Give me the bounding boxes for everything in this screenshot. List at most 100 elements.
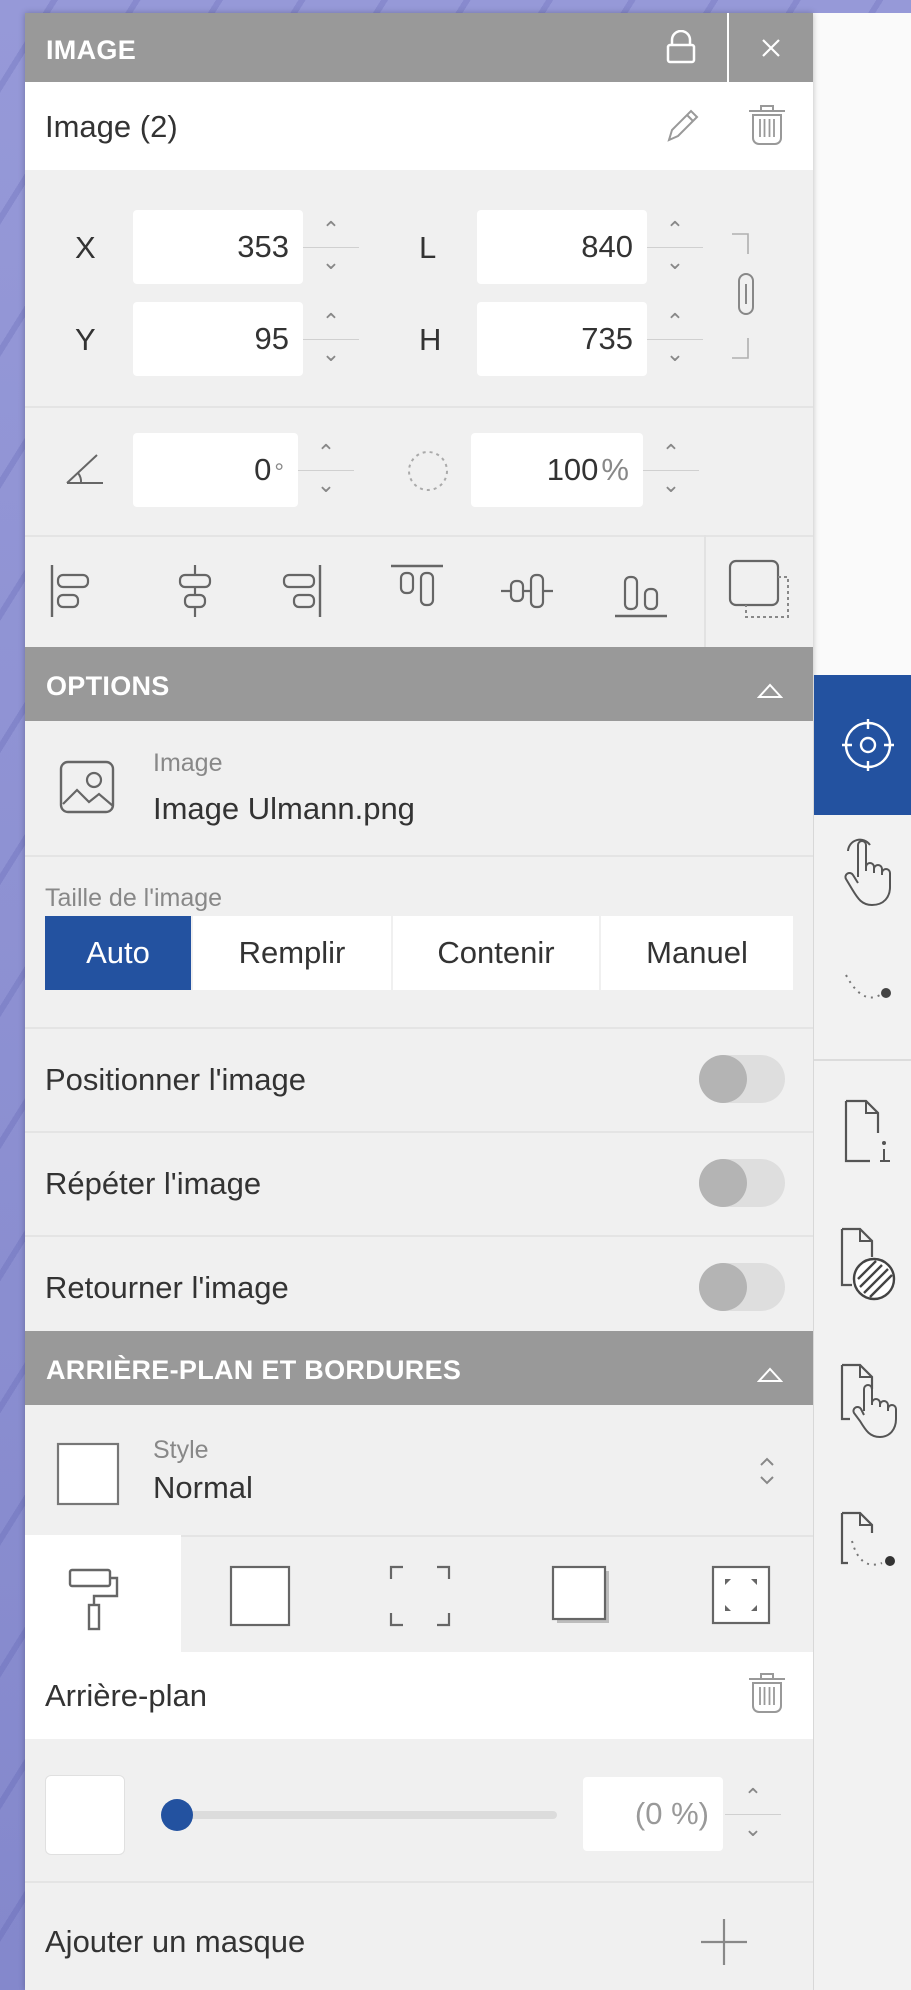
toolbar-page-background-button[interactable]: [814, 1193, 911, 1333]
chevron-up-icon[interactable]: ⌃: [647, 302, 703, 339]
rotation-input[interactable]: 0 °: [133, 433, 298, 507]
align-bottom-icon[interactable]: [613, 563, 669, 624]
width-stepper[interactable]: ⌃ ⌄: [647, 210, 703, 284]
x-stepper[interactable]: ⌃ ⌄: [303, 210, 359, 284]
collapse-icon[interactable]: [756, 683, 784, 704]
toolbar-page-path-button[interactable]: [814, 1473, 911, 1613]
chevron-down-icon[interactable]: ⌄: [303, 247, 359, 285]
align-center-horizontal-icon[interactable]: [173, 563, 217, 624]
align-top-icon[interactable]: [389, 563, 445, 624]
width-label: L: [419, 230, 437, 265]
object-name[interactable]: Image (2): [45, 109, 178, 145]
height-stepper[interactable]: ⌃ ⌄: [647, 302, 703, 376]
toolbar-path-button[interactable]: [814, 933, 911, 1061]
lock-icon[interactable]: [665, 29, 697, 69]
chevron-down-icon[interactable]: ⌄: [647, 339, 703, 377]
opacity-slider-handle[interactable]: [161, 1799, 193, 1831]
pencil-icon[interactable]: [663, 106, 701, 151]
width-input[interactable]: 840: [477, 210, 647, 284]
add-mask-label: Ajouter un masque: [45, 1924, 306, 1959]
trash-icon[interactable]: [745, 1670, 789, 1721]
canvas-area: [813, 13, 911, 675]
height-input[interactable]: 735: [477, 302, 647, 376]
image-file-row[interactable]: Image Image Ulmann.png: [25, 721, 813, 857]
y-label: Y: [75, 322, 96, 357]
chevron-up-icon[interactable]: ⌃: [298, 433, 354, 470]
header-divider: [727, 13, 729, 82]
tab-size[interactable]: [655, 1535, 813, 1652]
page-path-icon: [838, 1511, 900, 1588]
trash-icon[interactable]: [745, 102, 789, 153]
toolbar-position-button[interactable]: [814, 675, 911, 815]
add-mask-row[interactable]: Ajouter un masque: [25, 1881, 813, 1990]
opacity-stepper[interactable]: ⌃ ⌄: [643, 433, 699, 507]
toolbar-interaction-button[interactable]: [814, 815, 911, 933]
repeat-image-row: Répéter l'image: [25, 1131, 813, 1237]
position-image-toggle[interactable]: [699, 1055, 785, 1103]
opacity-input[interactable]: 100%: [471, 433, 643, 507]
flip-image-label: Retourner l'image: [45, 1270, 289, 1305]
page-hatch-icon: [838, 1227, 898, 1310]
options-section-header[interactable]: OPTIONS: [25, 647, 813, 721]
toolbar-page-info-button[interactable]: [814, 1061, 911, 1193]
position-image-label: Positionner l'image: [45, 1062, 306, 1097]
flip-image-toggle[interactable]: [699, 1263, 785, 1311]
chevron-up-icon[interactable]: ⌃: [303, 210, 359, 247]
chevron-up-icon[interactable]: ⌃: [643, 433, 699, 470]
page-hand-icon: [838, 1363, 900, 1450]
shadow-icon[interactable]: [724, 557, 800, 630]
motion-path-icon: [844, 971, 896, 1016]
repeat-image-toggle[interactable]: [699, 1159, 785, 1207]
align-left-icon[interactable]: [49, 563, 93, 624]
toolbar-divider: [704, 535, 706, 647]
style-row[interactable]: Style Normal: [25, 1405, 813, 1537]
chevron-up-icon[interactable]: ⌃: [647, 210, 703, 247]
x-label: X: [75, 230, 96, 265]
bg-percent-stepper[interactable]: ⌃ ⌄: [725, 1777, 781, 1851]
align-center-vertical-icon[interactable]: [499, 563, 555, 624]
chevron-down-icon[interactable]: ⌄: [725, 1814, 781, 1852]
tab-border-sides[interactable]: [339, 1535, 497, 1652]
style-caption: Style: [153, 1436, 209, 1464]
close-icon[interactable]: [758, 35, 784, 66]
color-swatch[interactable]: [45, 1775, 125, 1855]
background-section-header[interactable]: ARRIÈRE-PLAN ET BORDURES: [25, 1331, 813, 1405]
panel-header: IMAGE: [25, 13, 813, 82]
plus-icon[interactable]: [699, 1917, 749, 1972]
rotation-stepper[interactable]: ⌃ ⌄: [298, 433, 354, 507]
tab-shadow[interactable]: [497, 1535, 655, 1652]
opacity-slider-track[interactable]: [161, 1811, 557, 1819]
y-stepper[interactable]: ⌃ ⌄: [303, 302, 359, 376]
size-auto-button[interactable]: Auto: [45, 916, 191, 990]
style-value: Normal: [153, 1470, 253, 1505]
style-swatch-icon: [56, 1442, 120, 1511]
object-name-row: Image (2): [25, 82, 813, 170]
toolbar-page-interaction-button[interactable]: [814, 1333, 911, 1473]
position-image-row: Positionner l'image: [25, 1027, 813, 1133]
chevron-down-icon[interactable]: ⌄: [643, 470, 699, 508]
chevron-up-icon[interactable]: ⌃: [303, 302, 359, 339]
align-toolbar: [25, 535, 813, 647]
x-input[interactable]: 353: [133, 210, 303, 284]
link-aspect-icon[interactable]: [728, 232, 758, 365]
paint-roller-icon: [67, 1567, 123, 1636]
page-info-icon: [844, 1099, 894, 1170]
chevron-up-icon[interactable]: ⌃: [725, 1777, 781, 1814]
size-contain-button[interactable]: Contenir: [393, 916, 599, 990]
chevron-down-icon[interactable]: ⌄: [298, 470, 354, 508]
size-fill-button[interactable]: Remplir: [193, 916, 391, 990]
collapse-icon[interactable]: [756, 1367, 784, 1388]
align-right-icon[interactable]: [279, 563, 323, 624]
chevron-down-icon[interactable]: ⌄: [303, 339, 359, 377]
repeat-image-label: Répéter l'image: [45, 1166, 262, 1201]
chevron-down-icon[interactable]: ⌄: [647, 247, 703, 285]
border-corners-icon: [389, 1565, 451, 1632]
size-manual-button[interactable]: Manuel: [601, 916, 793, 990]
right-toolbar: [813, 675, 911, 1990]
tab-border[interactable]: [181, 1535, 339, 1652]
chevron-updown-icon[interactable]: [757, 1451, 777, 1496]
geometry-section: X 353 ⌃ ⌄ L 840 ⌃ ⌄ Y 95 ⌃ ⌄ H 735 ⌃ ⌄: [25, 170, 813, 408]
bg-percent-input[interactable]: (0 %): [583, 1777, 723, 1851]
y-input[interactable]: 95: [133, 302, 303, 376]
tab-background[interactable]: [25, 1535, 181, 1652]
